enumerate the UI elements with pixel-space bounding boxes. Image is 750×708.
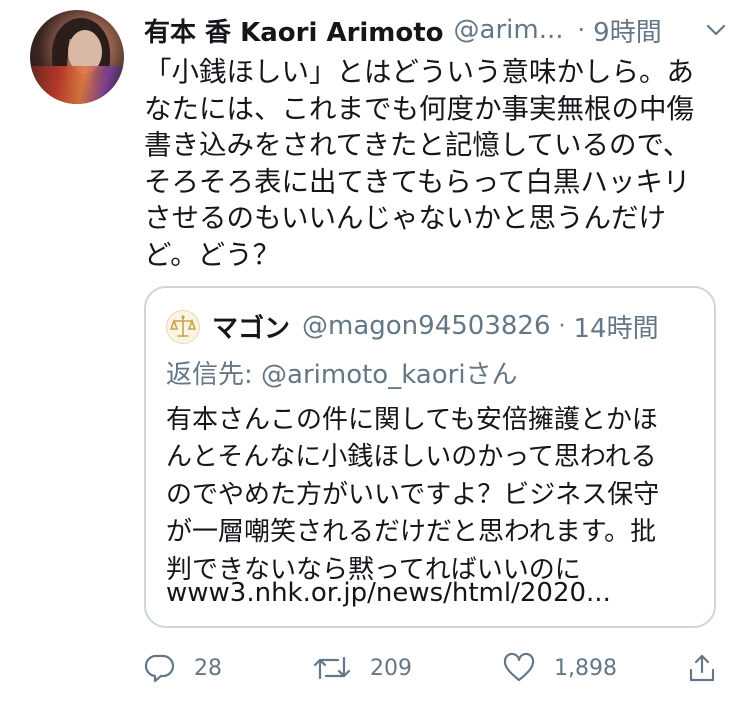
like-icon — [503, 652, 535, 682]
reply-button[interactable]: 28 — [144, 648, 222, 688]
quoted-author-name[interactable]: マゴン — [212, 308, 290, 345]
retweet-button[interactable]: 209 — [312, 648, 412, 688]
tweet-text: 「小銭ほしい」とはどういう意味かしら。あ なたには、これまでも何度か事実無根の中… — [144, 56, 694, 271]
quoted-tweet-card[interactable]: マゴン @magon94503826 · 14時間 返信先: @arimoto_… — [144, 286, 716, 628]
author-name[interactable]: 有本 香 Kaori Arimoto — [144, 12, 444, 49]
tweet-time[interactable]: 9時間 — [593, 12, 662, 49]
action-bar: 28 209 1,898 — [144, 648, 734, 688]
retweet-count: 209 — [370, 655, 412, 681]
like-count: 1,898 — [554, 655, 617, 681]
quoted-header: マゴン @magon94503826 · 14時間 — [212, 306, 704, 346]
reply-count: 28 — [194, 655, 222, 681]
like-button[interactable]: 1,898 — [502, 648, 617, 688]
share-icon — [689, 654, 715, 682]
author-avatar[interactable] — [30, 10, 124, 104]
chevron-down-icon[interactable] — [704, 18, 728, 42]
quoted-author-avatar[interactable] — [166, 310, 200, 344]
separator-dot: · — [558, 313, 566, 339]
retweet-icon — [313, 656, 351, 680]
quoted-text: 有本さんこの件に関しても安倍擁護とかほ んとそんなに小銭ほしいのかって思われる … — [166, 405, 660, 585]
separator-dot: · — [577, 16, 586, 44]
reply-to-label[interactable]: 返信先: @arimoto_kaoriさん — [166, 354, 518, 391]
quoted-author-handle[interactable]: @magon94503826 — [302, 311, 551, 341]
author-handle[interactable]: @arim... — [454, 15, 564, 45]
share-button[interactable] — [686, 648, 718, 688]
tweet-header: 有本 香 Kaori Arimoto @arim... · 9時間 — [144, 12, 732, 48]
scales-of-justice-icon — [169, 315, 197, 337]
quoted-time[interactable]: 14時間 — [574, 308, 659, 345]
quoted-link[interactable]: www3.nhk.or.jp/news/html/2020... — [166, 578, 611, 608]
reply-icon — [144, 654, 175, 683]
